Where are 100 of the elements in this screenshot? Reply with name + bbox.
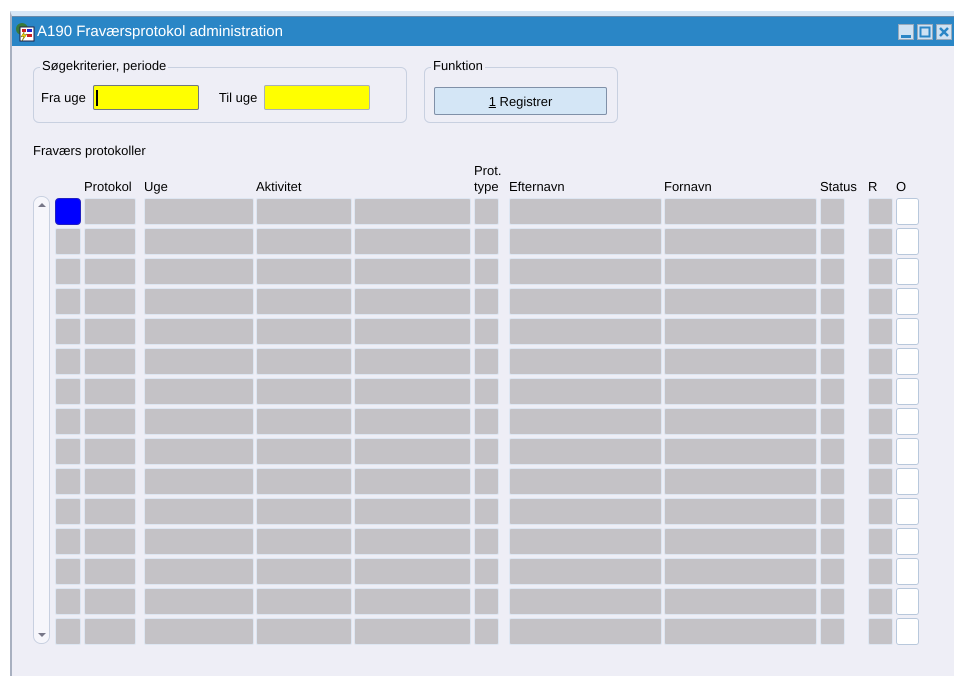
table-cell[interactable] (144, 378, 254, 405)
table-cell[interactable] (509, 288, 662, 315)
table-cell[interactable] (144, 408, 254, 435)
close-icon[interactable] (936, 24, 952, 40)
table-cell[interactable] (84, 378, 136, 405)
checkbox[interactable] (896, 618, 919, 645)
table-cell[interactable] (84, 468, 136, 495)
maximize-icon[interactable] (917, 24, 933, 40)
table-cell[interactable] (664, 528, 817, 555)
table-cell[interactable] (664, 618, 817, 645)
table-cell[interactable] (509, 348, 662, 375)
table-cell[interactable] (256, 258, 352, 285)
table-cell[interactable] (509, 498, 662, 525)
table-cell[interactable] (474, 318, 499, 345)
table-cell[interactable] (509, 258, 662, 285)
checkbox[interactable] (896, 378, 919, 405)
table-cell[interactable] (868, 438, 893, 465)
checkbox[interactable] (896, 348, 919, 375)
checkbox[interactable] (896, 468, 919, 495)
table-cell[interactable] (354, 438, 471, 465)
table-cell[interactable] (474, 618, 499, 645)
table-cell[interactable] (664, 198, 817, 225)
table-cell[interactable] (84, 408, 136, 435)
table-cell[interactable] (354, 378, 471, 405)
table-cell[interactable] (354, 318, 471, 345)
table-cell[interactable] (354, 348, 471, 375)
table-cell[interactable] (868, 378, 893, 405)
table-cell[interactable] (84, 258, 136, 285)
table-cell[interactable] (664, 258, 817, 285)
register-button[interactable]: 1 Registrer (434, 87, 607, 115)
table-cell[interactable] (820, 558, 845, 585)
table-cell[interactable] (820, 618, 845, 645)
scrollbar[interactable] (33, 196, 50, 644)
table-cell[interactable] (354, 408, 471, 435)
table-cell[interactable] (256, 498, 352, 525)
table-cell[interactable] (664, 468, 817, 495)
table-cell[interactable] (354, 468, 471, 495)
table-cell[interactable] (354, 588, 471, 615)
table-cell[interactable] (474, 528, 499, 555)
table-cell[interactable] (474, 558, 499, 585)
table-cell[interactable] (509, 528, 662, 555)
table-cell[interactable] (868, 228, 893, 255)
table-cell[interactable] (820, 348, 845, 375)
table-cell[interactable] (84, 498, 136, 525)
table-cell[interactable] (354, 618, 471, 645)
table-cell[interactable] (256, 288, 352, 315)
table-cell[interactable] (144, 558, 254, 585)
table-cell[interactable] (868, 528, 893, 555)
table-cell[interactable] (256, 228, 352, 255)
table-cell[interactable] (820, 408, 845, 435)
table-cell[interactable] (868, 408, 893, 435)
table-cell[interactable] (144, 588, 254, 615)
table-cell[interactable] (474, 468, 499, 495)
table-cell[interactable] (144, 318, 254, 345)
table-cell[interactable] (256, 318, 352, 345)
table-cell[interactable] (354, 198, 471, 225)
table-cell[interactable] (256, 558, 352, 585)
checkbox[interactable] (896, 318, 919, 345)
table-cell[interactable] (84, 588, 136, 615)
table-cell[interactable] (84, 288, 136, 315)
table-cell[interactable] (84, 228, 136, 255)
table-cell[interactable] (354, 288, 471, 315)
table-cell[interactable] (664, 348, 817, 375)
table-cell[interactable] (820, 288, 845, 315)
table-cell[interactable] (664, 288, 817, 315)
table-cell[interactable] (509, 558, 662, 585)
table-cell[interactable] (84, 558, 136, 585)
table-cell[interactable] (474, 408, 499, 435)
table-cell[interactable] (256, 378, 352, 405)
table-cell[interactable] (868, 288, 893, 315)
table-cell[interactable] (868, 498, 893, 525)
table-cell[interactable] (256, 468, 352, 495)
table-cell[interactable] (256, 408, 352, 435)
checkbox[interactable] (896, 558, 919, 585)
table-cell[interactable] (664, 408, 817, 435)
table-cell[interactable] (84, 348, 136, 375)
table-cell[interactable] (868, 258, 893, 285)
table-cell[interactable] (144, 468, 254, 495)
table-cell[interactable] (820, 528, 845, 555)
table-cell[interactable] (509, 438, 662, 465)
table-cell[interactable] (144, 288, 254, 315)
checkbox[interactable] (896, 288, 919, 315)
table-cell[interactable] (256, 528, 352, 555)
table-cell[interactable] (354, 258, 471, 285)
table-cell[interactable] (820, 498, 845, 525)
checkbox[interactable] (896, 528, 919, 555)
table-cell[interactable] (820, 198, 845, 225)
table-cell[interactable] (474, 198, 499, 225)
table-cell[interactable] (820, 258, 845, 285)
table-cell[interactable] (256, 438, 352, 465)
table-cell[interactable] (664, 228, 817, 255)
week-input-field[interactable] (264, 85, 370, 110)
table-cell[interactable] (868, 198, 893, 225)
table-cell[interactable] (868, 348, 893, 375)
table-cell[interactable] (509, 198, 662, 225)
table-cell[interactable] (820, 378, 845, 405)
table-cell[interactable] (256, 588, 352, 615)
table-cell[interactable] (509, 228, 662, 255)
table-cell[interactable] (664, 498, 817, 525)
table-cell[interactable] (144, 258, 254, 285)
